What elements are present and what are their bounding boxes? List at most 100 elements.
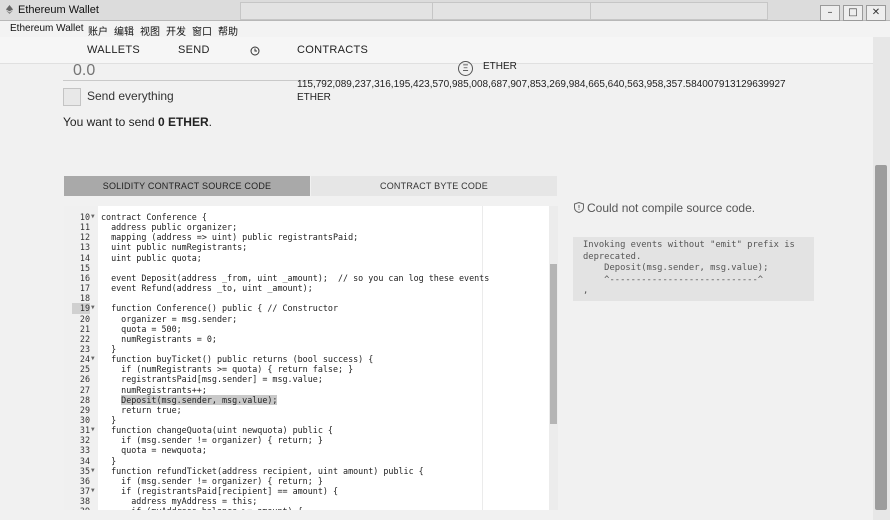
fold-arrow-icon[interactable]: ▼ (91, 354, 95, 364)
window-title: Ethereum Wallet (18, 4, 99, 16)
code-line[interactable]: 13 uint public numRegistrants; (64, 242, 548, 252)
wallet-nav: WALLETS SEND CONTRACTS (0, 37, 873, 64)
menu-view[interactable]: 视图 (140, 23, 160, 38)
code-line[interactable]: 36 if (msg.sender != organizer) { return… (64, 476, 548, 486)
code-line[interactable]: 12 mapping (address => uint) public regi… (64, 232, 548, 242)
code-line[interactable]: 32 if (msg.sender != organizer) { return… (64, 435, 548, 445)
line-number: 37 (79, 486, 90, 497)
nav-contracts[interactable]: CONTRACTS (297, 44, 368, 56)
tab-contract-bytecode[interactable]: CONTRACT BYTE CODE (311, 176, 557, 196)
line-number: 36 (79, 475, 90, 486)
code-line[interactable]: 22 numRegistrants = 0; (64, 334, 548, 344)
code-line[interactable]: 17 event Refund(address _to, uint _amoun… (64, 283, 548, 293)
balance-display: 115,792,089,237,316,195,423,570,985,008,… (297, 78, 817, 104)
line-number: 30 (79, 415, 90, 425)
background-tab (590, 2, 768, 20)
code-line[interactable]: 10 ▼ contract Conference { (64, 212, 548, 222)
code-text: Deposit(msg.sender, msg.value); (121, 394, 278, 405)
compile-error-details: Invoking events without "emit" prefix is… (573, 237, 814, 301)
line-number: 13 (79, 242, 90, 253)
code-line[interactable]: 30 } (64, 415, 548, 425)
editor-scrollbar-thumb[interactable] (550, 264, 557, 424)
line-number: 23 (79, 343, 90, 354)
fold-arrow-icon[interactable]: ▼ (91, 212, 95, 222)
code-line[interactable]: 38 address myAddress = this; (64, 496, 548, 506)
menu-help[interactable]: 帮助 (218, 23, 238, 38)
code-text: if (msg.sender != organizer) { return; } (101, 435, 323, 446)
fold-arrow-icon[interactable]: ▼ (91, 303, 95, 313)
code-line[interactable]: 14 uint public quota; (64, 253, 548, 263)
fold-arrow-icon[interactable]: ▼ (91, 486, 95, 496)
code-line[interactable]: 11 address public organizer; (64, 222, 548, 232)
code-line[interactable]: 25 if (numRegistrants >= quota) { return… (64, 364, 548, 374)
menu-edit[interactable]: 编辑 (114, 23, 134, 38)
code-line[interactable]: 18 (64, 293, 548, 303)
summary-prefix: You want to send (63, 115, 158, 129)
window-scrollbar-thumb[interactable] (875, 165, 887, 510)
send-everything-label[interactable]: Send everything (87, 89, 174, 103)
code-text: registrantsPaid[msg.sender] = msg.value; (101, 374, 323, 385)
tab-solidity-source[interactable]: SOLIDITY CONTRACT SOURCE CODE (64, 176, 310, 196)
code-text: numRegistrants = 0; (101, 333, 217, 344)
code-text: organizer = msg.sender; (101, 313, 238, 324)
menu-window[interactable]: 窗口 (192, 23, 212, 38)
summary-amount: 0 ETHER (157, 115, 209, 129)
clock-icon[interactable] (250, 46, 260, 56)
code-line[interactable]: 26 registrantsPaid[msg.sender] = msg.val… (64, 374, 548, 384)
code-text: address public organizer; (101, 222, 238, 233)
menu-develop[interactable]: 开发 (166, 23, 186, 38)
code-line[interactable]: 20 organizer = msg.sender; (64, 314, 548, 324)
code-line[interactable]: 24 ▼ function buyTicket() public returns … (64, 354, 548, 364)
code-line[interactable]: 39 if (myAddress.balance >= amount) { (64, 506, 548, 510)
line-number: 38 (79, 496, 90, 507)
code-text: if (myAddress.balance >= amount) { (101, 506, 302, 510)
line-number: 27 (79, 384, 90, 395)
code-text: function buyTicket() public returns (boo… (101, 354, 374, 365)
fold-arrow-icon[interactable]: ▼ (91, 466, 95, 476)
nav-send[interactable]: SEND (178, 44, 210, 56)
menu-account[interactable]: 账户 (88, 23, 108, 38)
code-line[interactable]: 29 return true; (64, 405, 548, 415)
code-line[interactable]: 15 (64, 263, 548, 273)
send-summary: You want to send 0 ETHER. (63, 115, 212, 129)
code-text: if (numRegistrants >= quota) { return fa… (101, 364, 354, 375)
code-text: contract Conference { (101, 212, 207, 222)
send-everything-checkbox[interactable] (63, 88, 81, 106)
code-line[interactable]: 33 quota = newquota; (64, 445, 548, 455)
code-text: uint public numRegistrants; (101, 242, 248, 253)
code-line[interactable]: 27 numRegistrants++; (64, 385, 548, 395)
title-bar: Ethereum Wallet – □ ✕ (0, 0, 890, 21)
line-number: 11 (79, 222, 90, 233)
line-number: 34 (79, 455, 90, 466)
close-button[interactable]: ✕ (866, 5, 886, 21)
code-text: } (101, 415, 117, 425)
code-line[interactable]: 31 ▼ function changeQuota(uint newquota) … (64, 425, 548, 435)
code-text: mapping (address => uint) public registr… (101, 232, 359, 243)
summary-suffix: . (208, 115, 212, 129)
compile-error-title: Could not compile source code. (574, 201, 755, 215)
line-number: 32 (79, 435, 90, 446)
fold-arrow-icon[interactable]: ▼ (91, 425, 95, 435)
code-line[interactable]: 19 ▼ function Conference() public { // Co… (64, 303, 548, 314)
code-line[interactable]: 37 ▼ if (registrantsPaid[recipient] == am… (64, 486, 548, 496)
code-line[interactable]: 23 } (64, 344, 548, 354)
window-scrollbar[interactable] (873, 37, 890, 520)
line-number: 31 (79, 425, 90, 436)
code-line[interactable]: 28 Deposit(msg.sender, msg.value); (64, 394, 548, 405)
line-number: 10 (79, 212, 90, 222)
nav-wallets[interactable]: WALLETS (87, 44, 140, 56)
code-editor[interactable]: 10 ▼ contract Conference {11 address publi… (64, 206, 558, 510)
code-line[interactable]: 34 } (64, 456, 548, 466)
line-number: 33 (79, 445, 90, 456)
menu-app[interactable]: Ethereum Wallet (10, 23, 84, 34)
minimize-button[interactable]: – (820, 5, 840, 21)
editor-scrollbar[interactable] (549, 206, 558, 510)
line-number: 24 (79, 354, 90, 365)
maximize-button[interactable]: □ (843, 5, 863, 21)
code-line[interactable]: 35 ▼ function refundTicket(address recipi… (64, 466, 548, 476)
line-number: 20 (79, 313, 90, 324)
code-text: event Refund(address _to, uint _amount); (101, 283, 313, 294)
code-line[interactable]: 16 event Deposit(address _from, uint _am… (64, 273, 548, 283)
line-number: 26 (79, 374, 90, 385)
code-line[interactable]: 21 quota = 500; (64, 324, 548, 334)
